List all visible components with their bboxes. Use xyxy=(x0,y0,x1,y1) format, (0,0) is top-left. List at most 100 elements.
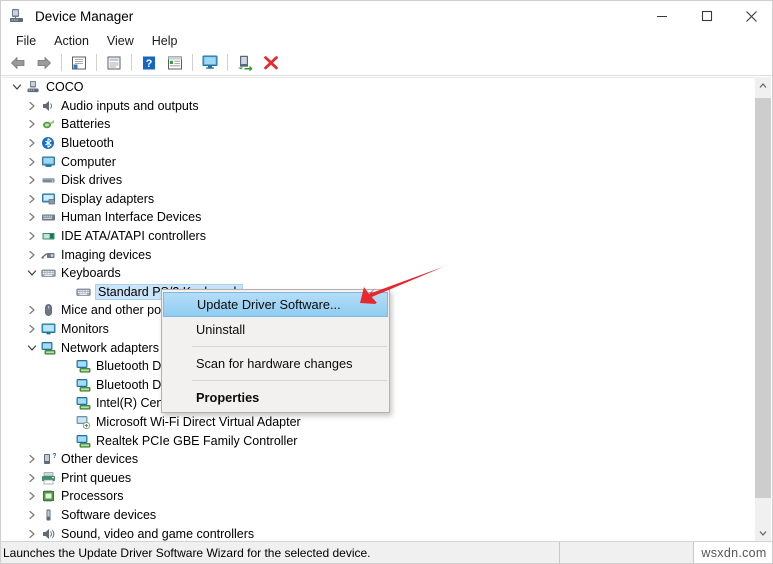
menu-action[interactable]: Action xyxy=(45,32,98,50)
chevron-right-icon[interactable] xyxy=(24,154,40,170)
chevron-right-icon[interactable] xyxy=(24,172,40,188)
chevron-right-icon[interactable] xyxy=(24,302,40,318)
tree-item[interactable]: Human Interface Devices xyxy=(2,208,757,227)
speaker-icon xyxy=(40,98,57,114)
status-bar: Launches the Update Driver Software Wiza… xyxy=(1,541,772,563)
tree-item[interactable]: Print queues xyxy=(2,468,757,487)
maximize-button[interactable] xyxy=(684,1,729,31)
view-button[interactable] xyxy=(162,51,188,75)
keyboard-icon xyxy=(75,284,92,300)
chevron-right-icon[interactable] xyxy=(24,470,40,486)
scrollbar-thumb[interactable] xyxy=(755,98,771,498)
tree-item[interactable]: Software devices xyxy=(2,506,757,525)
tree-item-label: Microsoft Wi-Fi Direct Virtual Adapter xyxy=(96,414,301,429)
close-button[interactable] xyxy=(729,1,772,31)
network-adapter-icon xyxy=(75,358,92,374)
chevron-right-icon[interactable] xyxy=(24,116,40,132)
menu-help[interactable]: Help xyxy=(143,32,187,50)
properties-button[interactable] xyxy=(101,51,127,75)
tree-item-label: Batteries xyxy=(61,117,111,132)
uninstall-device-button[interactable] xyxy=(258,51,284,75)
toolbar-separator xyxy=(61,54,62,71)
chevron-right-icon[interactable] xyxy=(24,209,40,225)
tree-item-label: Imaging devices xyxy=(61,247,152,262)
ctx-scan-hardware-changes-label: Scan for hardware changes xyxy=(196,356,353,371)
scroll-down-button[interactable] xyxy=(755,524,771,541)
chevron-right-icon[interactable] xyxy=(24,451,40,467)
chevron-right-icon[interactable] xyxy=(24,488,40,504)
svg-text:?: ? xyxy=(146,58,153,70)
device-manager-window: Device Manager File Action View Help ? C… xyxy=(0,0,773,564)
ctx-scan-hardware-changes[interactable]: Scan for hardware changes xyxy=(162,351,389,376)
scroll-up-button[interactable] xyxy=(755,77,771,94)
vertical-scrollbar[interactable] xyxy=(755,77,771,541)
back-button[interactable] xyxy=(5,51,31,75)
chevron-right-icon[interactable] xyxy=(24,507,40,523)
update-driver-button[interactable] xyxy=(232,51,258,75)
context-menu[interactable]: Update Driver Software... Uninstall Scan… xyxy=(161,289,390,413)
network-adapter-icon xyxy=(75,377,92,393)
tree-item-label: Computer xyxy=(61,154,116,169)
window-controls xyxy=(639,1,772,31)
chevron-right-icon[interactable] xyxy=(24,228,40,244)
network-adapter-icon xyxy=(75,395,92,411)
bluetooth-icon xyxy=(40,135,57,151)
title-bar: Device Manager xyxy=(1,1,772,31)
ctx-update-driver-software[interactable]: Update Driver Software... xyxy=(163,292,388,317)
forward-button[interactable] xyxy=(31,51,57,75)
display-adapter-icon xyxy=(40,191,57,207)
tree-item-label: Monitors xyxy=(61,322,109,337)
tree-item[interactable]: IDE ATA/ATAPI controllers xyxy=(2,227,757,246)
scan-hardware-changes-button[interactable] xyxy=(197,51,223,75)
tree-item[interactable]: Processors xyxy=(2,487,757,506)
window-title: Device Manager xyxy=(35,8,134,24)
tree-item[interactable]: Bluetooth xyxy=(2,134,757,153)
network-adapter-icon xyxy=(75,433,92,449)
chevron-down-icon[interactable] xyxy=(9,79,25,95)
minimize-button[interactable] xyxy=(639,1,684,31)
menu-bar: File Action View Help xyxy=(1,31,772,50)
tree-root-coco[interactable]: COCO xyxy=(2,78,757,97)
computer-icon xyxy=(40,154,57,170)
chevron-right-icon[interactable] xyxy=(24,191,40,207)
tree-item[interactable]: Microsoft Wi-Fi Direct Virtual Adapter xyxy=(2,413,757,432)
tree-item[interactable]: Computer xyxy=(2,152,757,171)
chevron-right-icon[interactable] xyxy=(24,321,40,337)
tree-root-label: COCO xyxy=(46,80,84,95)
tree-item[interactable]: Realtek PCIe GBE Family Controller xyxy=(2,431,757,450)
tree-item[interactable]: Batteries xyxy=(2,115,757,134)
chevron-right-icon[interactable] xyxy=(24,526,40,542)
other-device-icon: ? xyxy=(40,451,57,467)
chevron-down-icon[interactable] xyxy=(24,340,40,356)
tree-item-label: Human Interface Devices xyxy=(61,210,202,225)
chevron-right-icon[interactable] xyxy=(24,135,40,151)
monitor-icon xyxy=(40,321,57,337)
chevron-down-icon[interactable] xyxy=(24,265,40,281)
tree-item[interactable]: Audio inputs and outputs xyxy=(2,97,757,116)
show-hide-console-tree-button[interactable] xyxy=(66,51,92,75)
chevron-right-icon[interactable] xyxy=(24,98,40,114)
hid-icon xyxy=(40,209,57,225)
chevron-right-icon[interactable] xyxy=(24,247,40,263)
tree-item[interactable]: Display adapters xyxy=(2,190,757,209)
tree-item[interactable]: Imaging devices xyxy=(2,245,757,264)
status-cell-watermark: wsxdn.com xyxy=(693,542,772,563)
menu-view[interactable]: View xyxy=(98,32,143,50)
help-button[interactable]: ? xyxy=(136,51,162,75)
menu-file[interactable]: File xyxy=(7,32,45,50)
context-menu-separator xyxy=(192,346,387,347)
tree-item[interactable]: Disk drives xyxy=(2,171,757,190)
ctx-properties[interactable]: Properties xyxy=(162,385,389,410)
ctx-uninstall[interactable]: Uninstall xyxy=(162,317,389,342)
processor-icon xyxy=(40,488,57,504)
tree-item[interactable]: ? Other devices xyxy=(2,450,757,469)
tree-item-label: Print queues xyxy=(61,470,132,485)
status-message: Launches the Update Driver Software Wiza… xyxy=(3,545,371,560)
tree-item[interactable]: Keyboards xyxy=(2,264,757,283)
tree-item[interactable]: Sound, video and game controllers xyxy=(2,524,757,542)
